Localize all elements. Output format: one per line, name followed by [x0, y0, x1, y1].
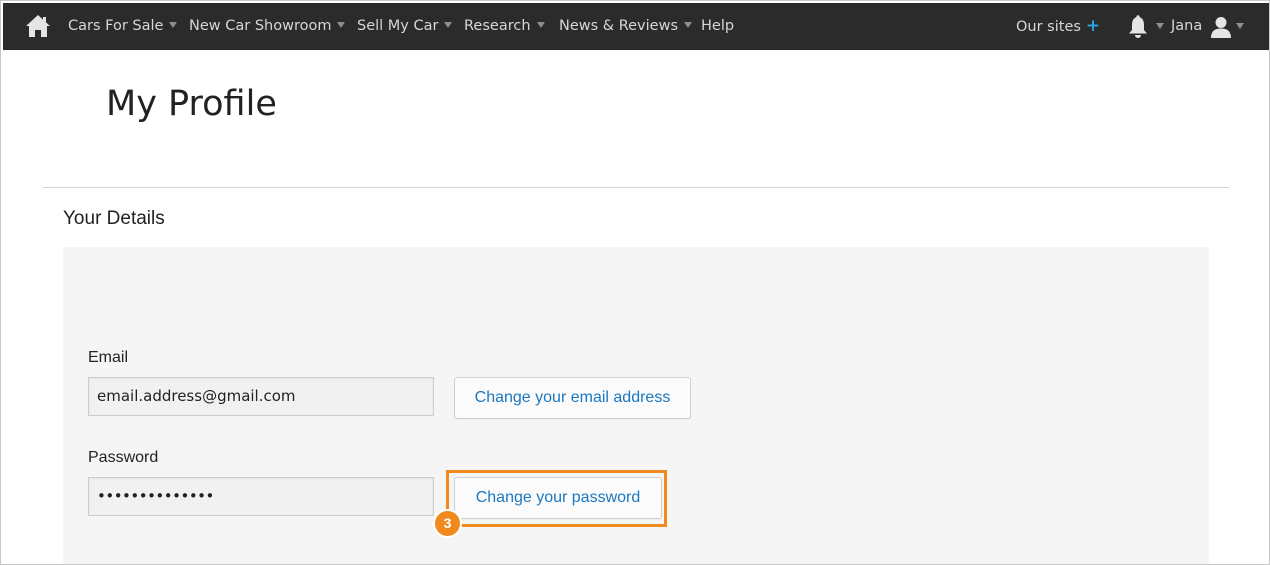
chevron-down-icon — [1156, 23, 1164, 29]
step-highlight-box — [446, 470, 667, 527]
change-email-button[interactable]: Change your email address — [454, 377, 691, 419]
chevron-down-icon — [536, 22, 545, 28]
password-label: Password — [88, 449, 159, 466]
email-field[interactable]: email.address@gmail.com — [88, 377, 434, 416]
nav-item-news-reviews[interactable]: News & Reviews — [559, 3, 692, 50]
nav-item-label: News & Reviews — [559, 18, 678, 34]
nav-item-cars-for-sale[interactable]: Cars For Sale — [68, 3, 178, 50]
notifications-dropdown[interactable] — [1150, 3, 1164, 50]
nav-item-label: Help — [701, 18, 735, 34]
page-title: My Profile — [106, 84, 277, 124]
plus-icon: + — [1085, 16, 1101, 36]
email-label: Email — [88, 349, 129, 366]
our-sites-label: Our sites — [1016, 19, 1081, 35]
step-number-badge: 3 — [433, 509, 462, 538]
chevron-down-icon — [337, 22, 346, 28]
chevron-down-icon — [444, 22, 453, 28]
home-icon[interactable] — [25, 14, 51, 38]
bell-icon[interactable] — [1127, 15, 1149, 39]
nav-item-new-car-showroom[interactable]: New Car Showroom — [189, 3, 346, 50]
top-navigation-bar: Cars For Sale New Car Showroom Sell My C… — [3, 3, 1269, 50]
nav-item-label: Cars For Sale — [68, 18, 164, 34]
nav-item-label: Research — [464, 18, 531, 34]
user-name[interactable]: Jana — [1171, 3, 1202, 50]
browser-frame: Cars For Sale New Car Showroom Sell My C… — [0, 0, 1270, 565]
nav-item-research[interactable]: Research — [464, 3, 545, 50]
password-field[interactable]: •••••••••••••• — [88, 477, 434, 516]
user-menu-dropdown[interactable] — [1230, 3, 1244, 50]
nav-item-sell-my-car[interactable]: Sell My Car — [357, 3, 453, 50]
nav-item-help[interactable]: Help — [701, 3, 734, 50]
chevron-down-icon — [684, 22, 692, 28]
chevron-down-icon — [169, 22, 178, 28]
section-title: Your Details — [63, 208, 165, 229]
nav-item-label: Sell My Car — [357, 18, 439, 34]
our-sites-menu[interactable]: Our sites + — [1016, 3, 1100, 50]
chevron-down-icon — [1236, 23, 1244, 29]
divider — [43, 187, 1229, 188]
nav-item-label: New Car Showroom — [189, 18, 332, 34]
